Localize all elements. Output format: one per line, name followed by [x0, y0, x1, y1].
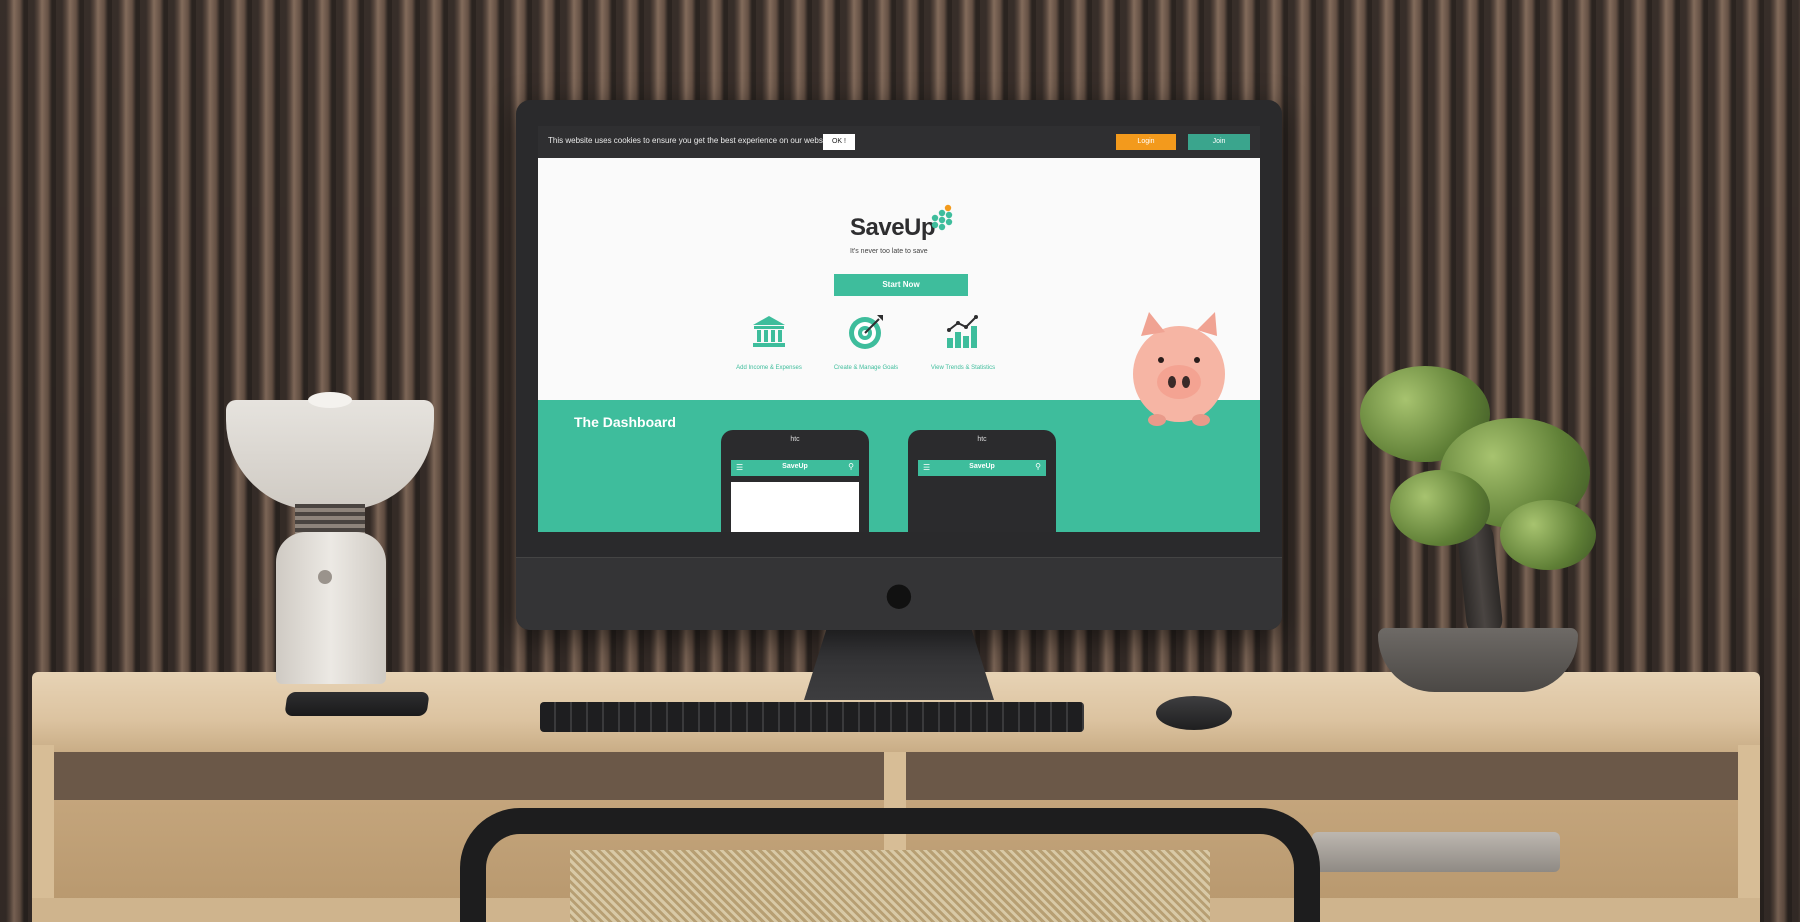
cookie-bar: This website uses cookies to ensure you …	[538, 126, 1260, 158]
website-screen: This website uses cookies to ensure you …	[538, 126, 1260, 532]
phone-screen: ☰ SaveUp ⚲	[918, 460, 1046, 532]
tagline: It's never too late to save	[850, 248, 928, 255]
bar-chart-icon	[947, 315, 978, 348]
dashboard-title: The Dashboard	[574, 414, 676, 430]
target-icon	[849, 315, 883, 349]
app-title: SaveUp	[969, 463, 995, 470]
apple-logo-icon: ●	[885, 575, 913, 613]
piggy-bank-image	[1133, 312, 1225, 426]
join-button[interactable]: Join	[1188, 134, 1250, 150]
cookie-ok-button[interactable]: OK !	[823, 134, 855, 150]
tablet-on-shelf	[1312, 832, 1560, 872]
app-title: SaveUp	[782, 463, 808, 470]
phone-mockup: htc ☰ SaveUp ⚲	[908, 430, 1056, 532]
app-body	[731, 482, 859, 532]
feature-view-trends[interactable]: View Trends & Statistics	[908, 312, 1018, 371]
mouse	[1156, 696, 1232, 730]
logo-dots-icon	[931, 204, 953, 231]
app-body	[918, 482, 1046, 532]
feature-add-income[interactable]: Add Income & Expenses	[714, 312, 824, 371]
search-icon[interactable]: ⚲	[848, 462, 854, 471]
lamp-knob	[318, 570, 332, 584]
logo-wordmark: SaveUp	[850, 214, 936, 241]
app-header: ☰ SaveUp ⚲	[918, 460, 1046, 476]
monitor-stand	[804, 628, 994, 700]
bonsai-foliage	[1390, 470, 1490, 546]
chair-frame	[460, 808, 1320, 922]
smartphone-on-desk	[284, 692, 430, 716]
lamp-base	[276, 532, 386, 684]
keyboard	[540, 702, 1084, 732]
bonsai-foliage	[1500, 500, 1596, 570]
bank-icon	[753, 316, 785, 347]
desk-leg-left	[32, 745, 54, 905]
lamp-shade	[226, 392, 434, 510]
desk-scene-background: This website uses cookies to ensure you …	[0, 0, 1800, 922]
start-now-button[interactable]: Start Now	[834, 274, 968, 296]
cookie-message: This website uses cookies to ensure you …	[548, 136, 834, 145]
phone-screen: ☰ SaveUp ⚲	[731, 460, 859, 532]
saveup-logo[interactable]: SaveUp	[850, 204, 970, 264]
login-button[interactable]: Login	[1116, 134, 1176, 150]
app-header: ☰ SaveUp ⚲	[731, 460, 859, 476]
feature-label: View Trends & Statistics	[930, 365, 996, 371]
phone-mockup: htc ☰ SaveUp ⚲	[721, 430, 869, 532]
feature-label: Add Income & Expenses	[736, 365, 802, 371]
imac-monitor: This website uses cookies to ensure you …	[516, 100, 1282, 630]
desk-leg-right	[1738, 745, 1760, 905]
search-icon[interactable]: ⚲	[1035, 462, 1041, 471]
phone-brand: htc	[790, 436, 800, 443]
phone-brand: htc	[977, 436, 987, 443]
monitor-chin: ●	[516, 557, 1282, 630]
feature-label: Create & Manage Goals	[833, 365, 899, 371]
feature-manage-goals[interactable]: Create & Manage Goals	[811, 312, 921, 371]
bonsai-pot	[1378, 628, 1578, 692]
